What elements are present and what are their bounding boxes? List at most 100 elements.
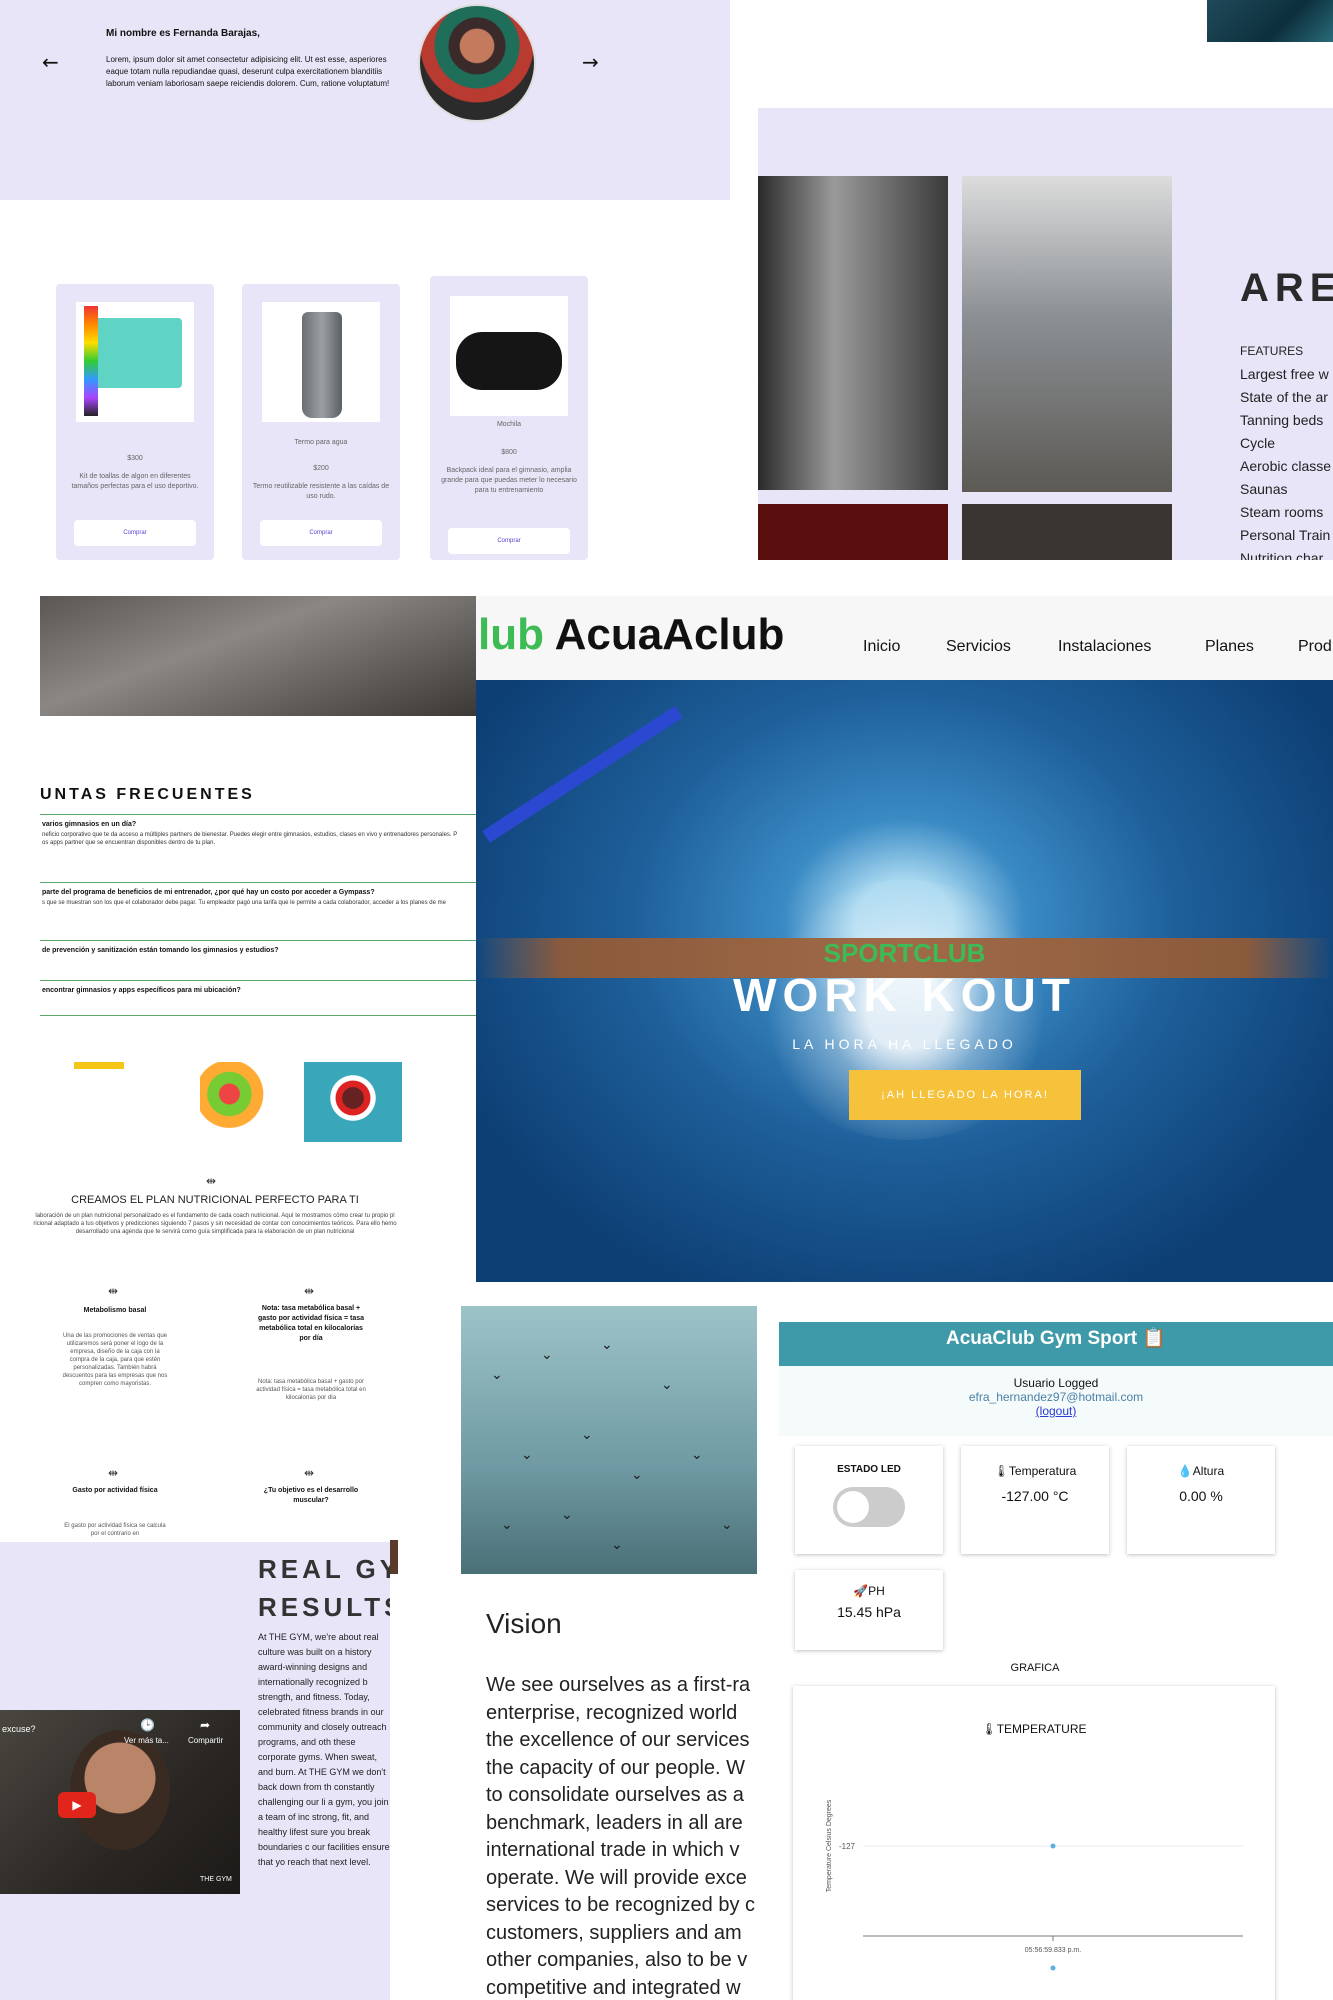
vision-line: operate. We will provide exce xyxy=(486,1866,747,1889)
hero-title: WORK KOUT xyxy=(733,969,1076,1021)
products-section: $300 Kit de toallas de algon en diferent… xyxy=(0,270,600,560)
features-item: Aerobic classe xyxy=(1240,458,1332,474)
nav-productos[interactable]: Prod xyxy=(1298,638,1332,656)
vision-line: We see ourselves as a first-ra xyxy=(486,1674,751,1696)
logo-text: AcuaAclub xyxy=(543,610,785,659)
faq-question[interactable]: parte del programa de beneficios de mi e… xyxy=(40,883,476,896)
faq-question[interactable]: varios gimnasios en un día? xyxy=(40,815,476,828)
share-icon[interactable]: ➦ xyxy=(200,1718,210,1732)
bottle-image xyxy=(262,302,380,422)
block-text: Nota: tasa metabólica basal + gasto por … xyxy=(256,1379,366,1401)
faq-section: UNTAS FRECUENTES varios gimnasios en un … xyxy=(0,596,476,1636)
nav-servicios[interactable]: Servicios xyxy=(946,638,1011,656)
vision-line: competitive and integrated w xyxy=(486,1976,741,1999)
buy-button[interactable]: Comprar xyxy=(74,520,196,546)
altura-card: 💧Altura 0.00 % xyxy=(1127,1446,1275,1554)
share-label[interactable]: Compartir xyxy=(188,1736,223,1745)
vision-line: to consolidate ourselves as a xyxy=(486,1784,744,1806)
legend-marker xyxy=(1050,1965,1056,1971)
led-label: ESTADO LED xyxy=(837,1464,901,1475)
faq-item[interactable]: encontrar gimnasios y apps específicos p… xyxy=(40,980,476,1016)
video-player[interactable]: ▶ excuse? 🕒 Ver más ta... ➦ Compartir TH… xyxy=(0,1710,240,1894)
x-tick-label: 05:56:59.833 p.m. xyxy=(1025,1947,1081,1954)
nav-planes[interactable]: Planes xyxy=(1205,638,1254,656)
results-text: At THE GYM, we're about real culture was… xyxy=(258,1632,390,1867)
faq-answer: s que se muestran son los que el colabor… xyxy=(42,900,446,906)
vision-line: customers, suppliers and am xyxy=(486,1921,742,1944)
faq-item[interactable]: parte del programa de beneficios de mi e… xyxy=(40,882,476,938)
video-thumbnail-person xyxy=(70,1730,170,1850)
faq-item[interactable]: de prevención y sanitización están toman… xyxy=(40,940,476,978)
clock-icon[interactable]: 🕒 xyxy=(140,1718,155,1732)
features-section: ARE FEATURES Largest free w State of the… xyxy=(758,108,1333,560)
faq-question[interactable]: de prevención y sanitización están toman… xyxy=(40,941,476,954)
brand-watermark: THE GYM xyxy=(200,1876,232,1883)
nutrition-title: CREAMOS EL PLAN NUTRICIONAL PERFECTO PAR… xyxy=(71,1194,359,1206)
berries-image xyxy=(304,1062,402,1142)
logo-green: lub xyxy=(478,610,544,659)
features-item: Saunas xyxy=(1240,481,1288,497)
dashboard-section: AcuaClub Gym Sport 📋 Usuario Logged efra… xyxy=(779,1322,1333,2000)
birds-image: ⌄ ⌄ ⌄ ⌄ ⌄ ⌄ ⌄ ⌄ ⌄ ⌄ ⌄ ⌄ xyxy=(461,1306,757,1574)
features-item: State of the ar xyxy=(1240,389,1328,405)
watch-later-label[interactable]: Ver más ta... xyxy=(124,1736,169,1745)
dumbbell-icon: ⇹ xyxy=(304,1284,315,1298)
hero-cta-button[interactable]: ¡AH LLEGADO LA HORA! xyxy=(849,1070,1081,1120)
nav-inicio[interactable]: Inicio xyxy=(863,638,900,656)
product-desc: Termo reutilizable resistente a las caíd… xyxy=(252,483,390,500)
dumbbell-icon: ⇹ xyxy=(304,1466,315,1480)
product-desc: Kit de toallas de algon en diferentes ta… xyxy=(71,473,199,490)
vision-line: international trade in which v xyxy=(486,1839,740,1861)
ph-value: 15.45 hPa xyxy=(837,1604,901,1620)
product-card: $300 Kit de toallas de algon en diferent… xyxy=(56,284,214,560)
block-heading: Metabolismo basal xyxy=(83,1307,147,1314)
testimonial-photo xyxy=(418,4,536,122)
led-toggle[interactable] xyxy=(833,1487,905,1527)
dumbbell-icon: ⇹ xyxy=(108,1284,119,1298)
hero-tagline: LA HORA HA LLEGADO xyxy=(792,1036,1017,1052)
ph-card: 🚀PH 15.45 hPa xyxy=(795,1570,943,1650)
faq-title: UNTAS FRECUENTES xyxy=(40,786,255,803)
dumbbell-icon: ⇹ xyxy=(206,1174,217,1188)
play-icon[interactable]: ▶ xyxy=(58,1792,96,1818)
red-gym-image xyxy=(758,504,948,560)
block-text: El gasto por actividad física se calcula… xyxy=(64,1523,166,1537)
nav-instalaciones[interactable]: Instalaciones xyxy=(1058,638,1151,656)
vision-text: We see ourselves as a first-ra enterpris… xyxy=(486,1672,757,2000)
ph-label: 🚀PH xyxy=(853,1584,885,1598)
towels-image xyxy=(76,302,194,422)
block-heading: ¿Tu objetivo es el desarrollo muscular? xyxy=(263,1487,359,1504)
arrow-left-icon[interactable]: ← xyxy=(42,50,59,74)
lane-rope xyxy=(482,705,683,843)
data-point xyxy=(1050,1843,1056,1849)
temperature-value: -127.00 °C xyxy=(1001,1488,1069,1504)
results-title: REAL GY RESULTS xyxy=(258,1550,390,1626)
punching-bags-image xyxy=(758,176,948,490)
yellow-accent-bar xyxy=(74,1062,124,1069)
vision-line: the excellence of our services xyxy=(486,1729,750,1751)
chart-container: 🌡TEMPERATURE -127 05:56:59.833 p.m. Temper… xyxy=(793,1686,1275,2000)
y-tick-label: -127 xyxy=(839,1842,856,1851)
logout-link[interactable]: (logout) xyxy=(779,1404,1333,1418)
product-name: Mochila xyxy=(496,421,522,428)
water-image-corner xyxy=(1207,0,1333,42)
faq-question[interactable]: encontrar gimnasios y apps específicos p… xyxy=(40,981,476,994)
temperature-chart: -127 05:56:59.833 p.m. Temperature Celsius… xyxy=(826,1799,1243,1971)
arrow-right-icon[interactable]: → xyxy=(582,50,599,74)
results-title-line: RESULTS xyxy=(258,1592,390,1622)
navbar: lub AcuaAclub Inicio Servicios Instalaci… xyxy=(476,596,1333,680)
logo[interactable]: lub AcuaAclub xyxy=(478,610,784,660)
faq-item[interactable]: varios gimnasios en un día? neficio corp… xyxy=(40,814,476,880)
plates-image xyxy=(962,504,1172,560)
vision-section: ⌄ ⌄ ⌄ ⌄ ⌄ ⌄ ⌄ ⌄ ⌄ ⌄ ⌄ ⌄ Vision We see ourselve… xyxy=(461,1306,757,2000)
faq-answer: neficio corporativo que te da acceso a m… xyxy=(42,832,458,846)
buy-button[interactable]: Comprar xyxy=(260,520,382,546)
vision-line: other companies, also to be v xyxy=(486,1949,748,1971)
user-email: efra_hernandez97@hotmail.com xyxy=(968,1390,1144,1404)
buy-button[interactable]: Comprar xyxy=(448,528,570,554)
features-item: Largest free w xyxy=(1240,366,1329,382)
features-item: Cycle xyxy=(1240,435,1276,451)
product-price: $800 xyxy=(501,449,517,456)
product-price: $200 xyxy=(313,465,329,472)
video-title: excuse? xyxy=(2,1724,36,1734)
